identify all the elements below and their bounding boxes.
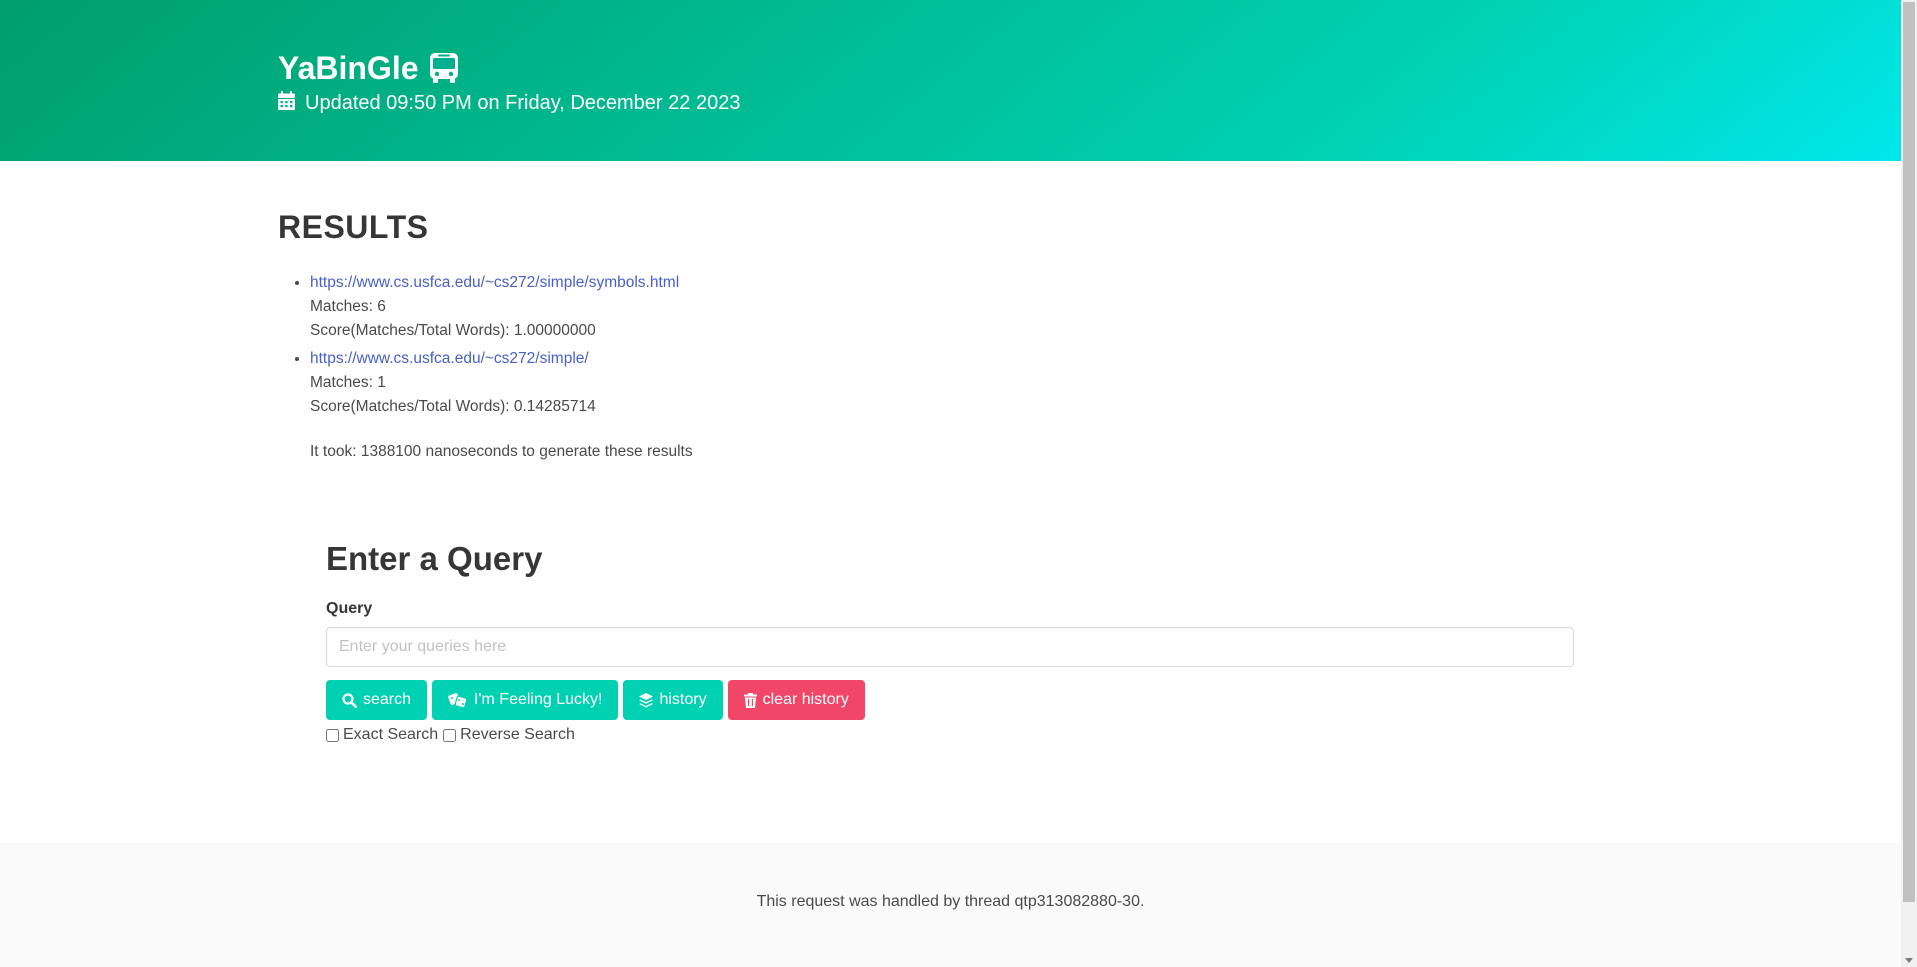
- reverse-search-option[interactable]: Reverse Search: [443, 726, 575, 744]
- feeling-lucky-label: I'm Feeling Lucky!: [474, 691, 603, 708]
- header-content: YaBinGle Updated 09:50 PM on Friday, Dec…: [278, 48, 740, 116]
- search-icon: [342, 692, 357, 708]
- site-title-text: YaBinGle: [278, 50, 419, 86]
- updated-text: Updated 09:50 PM on Friday, December 22 …: [305, 92, 741, 114]
- result-matches: Matches: 1: [310, 374, 386, 391]
- scrollbar-thumb[interactable]: [1903, 2, 1915, 902]
- result-link[interactable]: https://www.cs.usfca.edu/~cs272/simple/: [310, 350, 589, 367]
- query-buttons: search I'm Feeling Lucky! history clear …: [326, 680, 1574, 720]
- site-title: YaBinGle: [278, 48, 740, 88]
- page: YaBinGle Updated 09:50 PM on Friday, Dec…: [0, 0, 1901, 967]
- footer: This request was handled by thread qtp31…: [0, 843, 1901, 967]
- footer-text: This request was handled by thread qtp31…: [756, 893, 1145, 910]
- search-options: Exact Search Reverse Search: [326, 726, 1574, 744]
- scroll-down-arrow-icon[interactable]: [1905, 958, 1913, 963]
- search-button-label: search: [363, 691, 412, 708]
- vertical-scrollbar[interactable]: [1901, 0, 1917, 967]
- query-input[interactable]: [326, 627, 1574, 667]
- results-timing: It took: 1388100 nanoseconds to generate…: [310, 443, 693, 460]
- result-link[interactable]: https://www.cs.usfca.edu/~cs272/simple/s…: [310, 274, 679, 291]
- search-button[interactable]: search: [326, 680, 428, 720]
- query-form: Enter a Query Query search: [326, 533, 1574, 744]
- query-title: Enter a Query: [326, 540, 543, 577]
- history-button[interactable]: history: [623, 680, 723, 720]
- result-item: https://www.cs.usfca.edu/~cs272/simple/s…: [310, 271, 679, 343]
- calendar-icon: [278, 91, 295, 116]
- reverse-search-label: Reverse Search: [460, 726, 575, 743]
- results-title: RESULTS: [278, 209, 429, 245]
- bus-icon: [429, 52, 459, 84]
- result-item: https://www.cs.usfca.edu/~cs272/simple/ …: [310, 347, 679, 419]
- clear-history-button[interactable]: clear history: [727, 680, 865, 720]
- clear-history-label: clear history: [762, 691, 849, 708]
- result-matches: Matches: 6: [310, 298, 386, 315]
- updated-line: Updated 09:50 PM on Friday, December 22 …: [278, 91, 740, 116]
- dice-icon: [448, 692, 468, 708]
- result-score: Score(Matches/Total Words): 0.14285714: [310, 398, 596, 415]
- result-score: Score(Matches/Total Words): 1.00000000: [310, 322, 596, 339]
- layers-icon: [639, 692, 654, 708]
- trash-icon: [743, 692, 757, 708]
- query-label: Query: [326, 600, 373, 617]
- feeling-lucky-button[interactable]: I'm Feeling Lucky!: [432, 680, 619, 720]
- exact-search-checkbox[interactable]: [326, 728, 339, 742]
- exact-search-label: Exact Search: [343, 726, 439, 743]
- reverse-search-checkbox[interactable]: [443, 728, 457, 742]
- header-hero: YaBinGle Updated 09:50 PM on Friday, Dec…: [0, 0, 1901, 161]
- history-button-label: history: [659, 691, 707, 708]
- exact-search-option[interactable]: Exact Search: [326, 726, 438, 744]
- results-list: https://www.cs.usfca.edu/~cs272/simple/s…: [278, 271, 679, 423]
